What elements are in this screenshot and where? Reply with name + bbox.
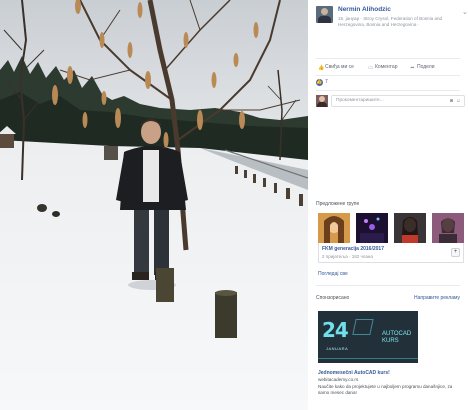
comment-label: Коментар: [375, 64, 398, 70]
group-thumbnail-image: [432, 213, 464, 243]
share-button[interactable]: ➦ Подели: [410, 64, 435, 71]
group-thumbnail-image: [318, 213, 350, 243]
like-button[interactable]: 👍Свиђа ми се: [318, 64, 354, 71]
ad-brand-line2: KURS: [382, 338, 399, 344]
group-meta: 2 пријатеља · 182 члана: [322, 254, 373, 259]
group-thumbnails[interactable]: [318, 213, 464, 243]
thumbs-up-icon: 👍: [318, 65, 325, 71]
post-subtitle: 15. јануар · Stroy Crysol, Federation of…: [338, 16, 443, 27]
divider: [316, 90, 460, 91]
see-all-groups-link[interactable]: Погледај све: [318, 271, 348, 277]
comment-input[interactable]: Прокоментаришите... ◙ ☺: [331, 95, 465, 107]
like-label: Свиђа ми се: [325, 64, 354, 70]
ad-url[interactable]: webitacademy.co.rs: [318, 377, 358, 382]
ad-image[interactable]: 24 JANUARA AUTOCAD KURS: [318, 311, 418, 363]
suggested-groups-title: Предложене групе: [316, 201, 360, 207]
group-thumbnail[interactable]: [356, 213, 388, 243]
ad-title[interactable]: Jednomesečni AutoCAD kurs!: [318, 370, 390, 376]
share-icon: ➦: [410, 65, 415, 71]
divider: [316, 75, 460, 76]
group-thumbnail-image: [356, 213, 388, 243]
divider: [316, 58, 460, 59]
suggested-group-card[interactable]: FKM generacija 2016/2017 2 пријатеља · 1…: [318, 243, 464, 263]
ad-cube-graphic: [352, 319, 374, 335]
group-name[interactable]: FKM generacija 2016/2017: [322, 246, 384, 252]
ad-month: JANUARA: [326, 346, 349, 351]
post-side-panel: Nermin Alihodzic 15. јануар · Stroy Crys…: [308, 0, 468, 410]
group-thumbnail[interactable]: [432, 213, 464, 243]
divider: [316, 285, 460, 286]
create-ad-link[interactable]: Направите рекламу: [414, 295, 460, 301]
group-thumbnail[interactable]: [394, 213, 426, 243]
camera-icon[interactable]: ◙: [450, 96, 453, 106]
group-thumbnail-image: [394, 213, 426, 243]
post-photo[interactable]: [0, 0, 308, 410]
author-avatar[interactable]: [316, 6, 333, 23]
ad-brand-line1: AUTOCAD: [382, 331, 412, 337]
emoji-icon[interactable]: ☺: [456, 96, 461, 106]
reaction-summary[interactable]: 👍 7: [316, 78, 460, 88]
comment-placeholder: Прокоментаришите...: [336, 98, 384, 103]
snow-photo: [0, 0, 308, 410]
join-group-button[interactable]: +: [451, 248, 460, 257]
post-menu-chevron-icon[interactable]: ⌄: [462, 8, 468, 16]
post-actions: 👍Свиђа ми се ▭ Коментар ➦ Подели: [316, 62, 460, 74]
sponsored-label: Спонзорисано: [316, 295, 350, 301]
group-thumbnail[interactable]: [318, 213, 350, 243]
like-count[interactable]: 7: [325, 79, 328, 85]
ad-description: Naučite kako da projektujete u najboljem…: [318, 384, 453, 395]
like-reaction-icon: 👍: [316, 79, 323, 86]
share-label: Подели: [417, 64, 435, 70]
comment-icon: ▭: [368, 65, 373, 71]
ad-stripe: [318, 358, 418, 359]
comment-button[interactable]: ▭ Коментар: [368, 64, 397, 71]
viewer-avatar: [316, 95, 328, 107]
post-header: Nermin Alihodzic 15. јануар · Stroy Crys…: [316, 6, 468, 34]
author-name[interactable]: Nermin Alihodzic: [338, 6, 391, 13]
comment-composer: Прокоментаришите... ◙ ☺: [316, 94, 466, 108]
ad-big-number: 24: [322, 318, 349, 342]
